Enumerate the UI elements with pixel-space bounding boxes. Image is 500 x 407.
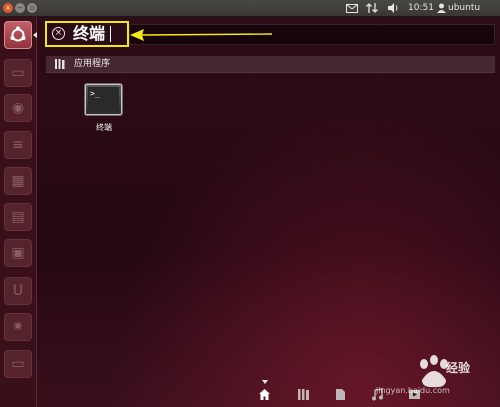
watermark-text: 经验 xyxy=(446,361,471,375)
browser-icon[interactable]: ◉ xyxy=(4,94,32,122)
presentation-icon[interactable]: ▤ xyxy=(4,203,32,231)
window-minimize-button[interactable]: − xyxy=(15,3,25,13)
lens-active-indicator xyxy=(262,380,268,384)
watermark-url: jingyan.baidu.com xyxy=(376,386,450,395)
dash-background xyxy=(37,17,500,407)
files-lens-icon[interactable] xyxy=(334,388,347,401)
system-settings-icon[interactable]: ✷ xyxy=(4,313,32,341)
clear-search-icon[interactable]: × xyxy=(52,27,65,40)
window-close-button[interactable]: × xyxy=(3,3,13,13)
category-header xyxy=(46,56,495,73)
files-icon[interactable]: ▭ xyxy=(4,59,32,87)
user-icon[interactable] xyxy=(437,3,446,16)
dash-home-icon[interactable] xyxy=(4,21,32,49)
applications-category-icon xyxy=(55,59,65,69)
user-name[interactable]: ubuntu xyxy=(448,2,480,15)
launcher-active-arrow xyxy=(33,32,37,38)
terminal-icon[interactable]: ▭ xyxy=(4,350,32,378)
baidu-watermark-logo xyxy=(420,355,448,388)
text-cursor xyxy=(110,26,111,42)
ubuntu-one-icon[interactable]: U xyxy=(4,277,32,305)
network-arrows-icon[interactable] xyxy=(366,2,378,15)
terminal-prompt: >_ xyxy=(90,89,100,98)
search-query-text: 终端 xyxy=(73,24,106,43)
annotation-arrow-icon xyxy=(130,29,273,41)
category-label: 应用程序 xyxy=(74,59,111,69)
spreadsheet-icon[interactable]: ▦ xyxy=(4,167,32,195)
document-icon[interactable]: ≡ xyxy=(4,131,32,159)
app-result-label[interactable]: 终端 xyxy=(88,122,120,133)
home-lens-icon[interactable] xyxy=(258,388,271,401)
clock[interactable]: 10:51 xyxy=(408,2,434,15)
volume-icon[interactable] xyxy=(387,2,399,15)
mail-icon[interactable] xyxy=(346,3,358,16)
window-maximize-button[interactable]: ▫ xyxy=(27,3,37,13)
software-center-icon[interactable]: ▣ xyxy=(4,239,32,267)
applications-lens-icon[interactable] xyxy=(297,388,310,401)
